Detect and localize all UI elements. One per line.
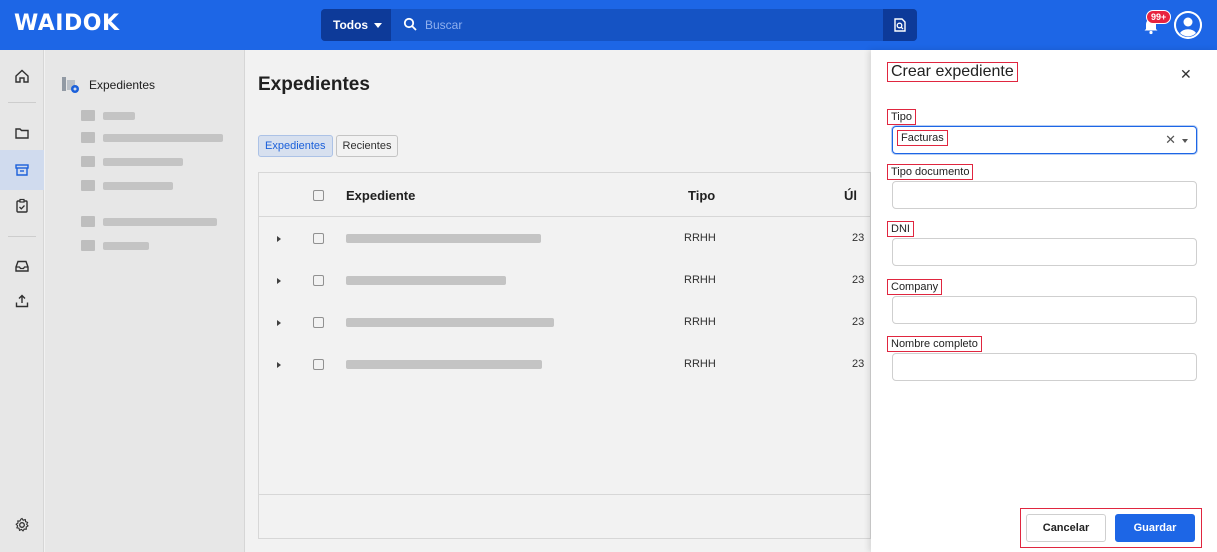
panel-actions: Cancelar Guardar	[1020, 508, 1202, 548]
global-search: Todos	[321, 9, 917, 41]
user-icon	[1174, 11, 1202, 39]
save-button[interactable]: Guardar	[1115, 514, 1195, 542]
tipo-select-value: Facturas	[897, 130, 948, 146]
close-icon[interactable]: ✕	[1180, 66, 1192, 83]
nombre-completo-label: Nombre completo	[887, 336, 982, 352]
tipo-label: Tipo	[887, 109, 916, 125]
panel-title: Crear expediente	[887, 62, 1018, 82]
nombre-completo-field[interactable]	[892, 353, 1197, 381]
company-label: Company	[886, 279, 943, 295]
tipo-documento-field[interactable]	[892, 181, 1197, 209]
search-scope-label: Todos	[333, 18, 369, 32]
app-logo[interactable]: WAIDOK	[14, 11, 120, 36]
crear-expediente-panel: Crear expediente ✕ Tipo Facturas ✕ Tipo …	[871, 50, 1217, 552]
top-bar: WAIDOK Todos 99+	[0, 0, 1217, 50]
modal-backdrop[interactable]	[0, 50, 871, 552]
search-input[interactable]	[425, 9, 865, 41]
tipo-select[interactable]: Facturas ✕	[892, 126, 1197, 154]
search-icon	[403, 17, 417, 31]
cancel-button[interactable]: Cancelar	[1026, 514, 1106, 542]
company-field[interactable]	[892, 296, 1197, 324]
search-scope-dropdown[interactable]: Todos	[321, 9, 391, 41]
dni-label: DNI	[887, 221, 914, 237]
tipo-documento-label: Tipo documento	[886, 164, 974, 180]
dni-field[interactable]	[892, 238, 1197, 266]
chevron-down-icon[interactable]	[1182, 139, 1188, 143]
document-search-icon	[894, 18, 906, 32]
advanced-search-button[interactable]	[883, 9, 917, 41]
clear-icon[interactable]: ✕	[1165, 132, 1176, 148]
user-avatar[interactable]	[1174, 11, 1202, 39]
notification-badge: 99+	[1146, 10, 1172, 24]
chevron-down-icon	[374, 22, 383, 28]
